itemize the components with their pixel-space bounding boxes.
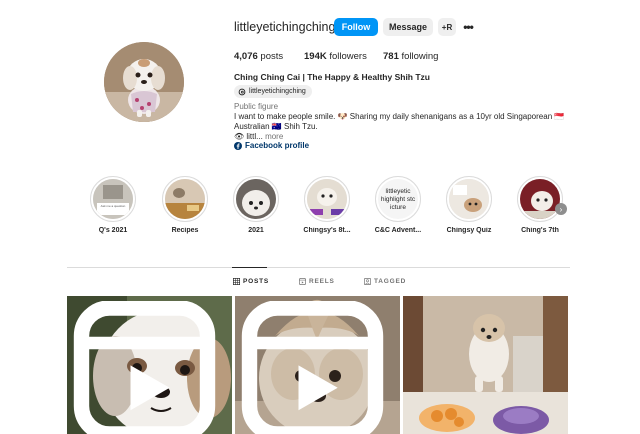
- following-count: 781: [383, 51, 399, 62]
- tab-tagged[interactable]: TAGGED: [364, 278, 406, 285]
- highlight-chingsys-8th[interactable]: Chingsy's 8t...: [297, 176, 357, 234]
- more-options-icon[interactable]: •••: [461, 18, 475, 36]
- followers-stat[interactable]: 194K followers: [304, 51, 367, 62]
- highlight-ring: [517, 176, 563, 222]
- highlight-ring: [446, 176, 492, 222]
- highlight-ring: [233, 176, 279, 222]
- threads-handle: littleyetichingching: [249, 88, 306, 95]
- follow-button[interactable]: Follow: [334, 18, 378, 36]
- bio-line-1: I want to make people smile. 🐶 Sharing m…: [234, 112, 565, 121]
- tagged-icon: [364, 278, 371, 285]
- followers-label: followers: [326, 51, 367, 62]
- reel-icon: [73, 301, 216, 434]
- posts-label: posts: [257, 51, 284, 62]
- highlight-cover: [236, 179, 276, 219]
- highlight-label: Ching's 7th: [521, 227, 559, 234]
- highlight-label: 2021: [248, 227, 264, 234]
- tab-label: REELS: [309, 278, 335, 285]
- post-tile[interactable]: [403, 296, 568, 434]
- grid-icon: [233, 278, 240, 285]
- tabs-divider: [67, 267, 570, 268]
- tab-reels[interactable]: REELS: [299, 278, 335, 285]
- highlight-chingsy-quiz[interactable]: Chingsy Quiz: [439, 176, 499, 234]
- following-label: following: [398, 51, 439, 62]
- highlight-label: C&C Advent...: [374, 227, 422, 234]
- active-tab-indicator: [232, 267, 267, 268]
- highlight-label: Chingsy Quiz: [446, 227, 492, 234]
- highlight-cover-text: littleyetic highlight stc icture: [380, 188, 416, 211]
- bio-line-2: Australian 🇦🇺 Shih Tzu.: [234, 122, 318, 131]
- highlight-ring: littleyetic highlight stc icture: [375, 176, 421, 222]
- bio-more-line: 👁 littl... more: [234, 132, 283, 141]
- highlight-label: Chingsy's 8t...: [303, 227, 351, 234]
- profile-full-name: Ching Ching Cai | The Happy & Healthy Sh…: [234, 72, 430, 82]
- facebook-profile-link[interactable]: Facebook profile: [234, 141, 309, 150]
- highlight-recipes[interactable]: Recipes: [155, 176, 215, 234]
- highlight-cover: Ask me a question: [93, 179, 133, 219]
- highlight-ring: [162, 176, 208, 222]
- highlight-label: Q's 2021: [98, 227, 128, 234]
- threads-icon: [238, 88, 246, 95]
- message-button[interactable]: Message: [383, 18, 433, 36]
- highlight-q-2021[interactable]: Ask me a question Q's 2021: [83, 176, 143, 234]
- highlight-cover: [165, 179, 205, 219]
- add-person-icon: +R: [441, 22, 453, 32]
- highlight-label: Recipes: [171, 227, 199, 234]
- followers-count: 194K: [304, 51, 327, 62]
- reels-icon: [299, 278, 306, 285]
- profile-username: littleyetichingching: [234, 20, 336, 34]
- highlights-next-arrow-icon[interactable]: ›: [555, 203, 567, 215]
- highlight-ring: [304, 176, 350, 222]
- tab-label: POSTS: [243, 278, 270, 285]
- posts-stat: 4,076 posts: [234, 51, 283, 62]
- reel-icon: [241, 301, 384, 434]
- highlight-2021[interactable]: 2021: [226, 176, 286, 234]
- avatar-photo: [104, 42, 184, 122]
- threads-badge[interactable]: littleyetichingching: [234, 85, 312, 98]
- suggested-accounts-button[interactable]: +R: [438, 18, 456, 36]
- highlight-ring: Ask me a question: [90, 176, 136, 222]
- post-image: [403, 296, 568, 434]
- profile-avatar[interactable]: [104, 42, 184, 122]
- bio-more-link[interactable]: more: [265, 132, 283, 141]
- highlight-cover-text: Ask me a question: [100, 204, 126, 208]
- bio-truncated-text: 👁 littl...: [234, 132, 263, 141]
- highlight-cover: littleyetic highlight stc icture: [378, 179, 418, 219]
- facebook-icon: [234, 141, 242, 150]
- facebook-link-label: Facebook profile: [245, 141, 310, 150]
- highlight-cc-advent[interactable]: littleyetic highlight stc icture C&C Adv…: [368, 176, 428, 234]
- tab-posts[interactable]: POSTS: [233, 278, 269, 285]
- highlight-cover: [520, 179, 560, 219]
- highlight-cover: [449, 179, 489, 219]
- post-tile[interactable]: [235, 296, 400, 434]
- username-row: littleyetichingching: [234, 18, 335, 36]
- tab-label: TAGGED: [374, 278, 407, 285]
- highlight-cover: [307, 179, 347, 219]
- profile-bio: I want to make people smile. 🐶 Sharing m…: [234, 112, 574, 132]
- post-tile[interactable]: [67, 296, 232, 434]
- posts-count: 4,076: [234, 51, 258, 62]
- following-stat[interactable]: 781 following: [383, 51, 438, 62]
- profile-category: Public figure: [234, 102, 279, 111]
